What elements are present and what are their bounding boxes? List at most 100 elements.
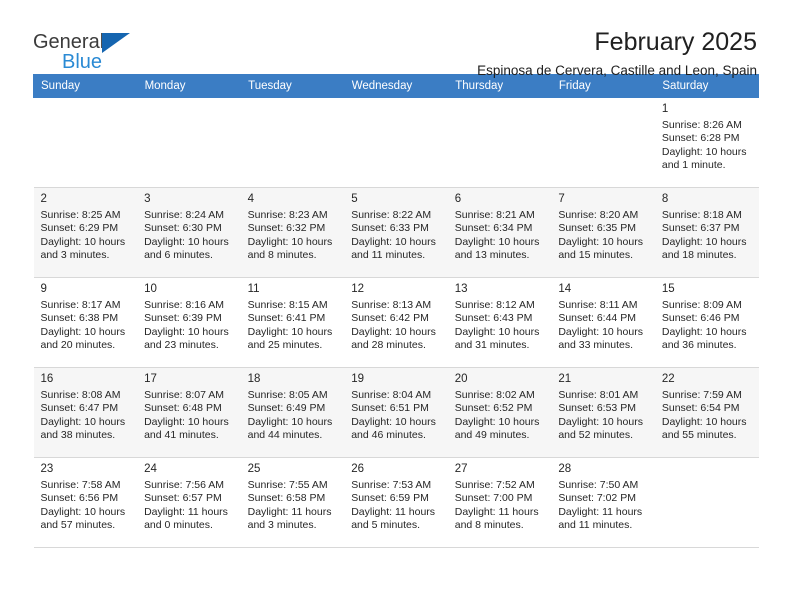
day-number: 23 [40,463,54,475]
day-cell[interactable] [240,97,345,188]
day-number: 17 [144,373,157,385]
day-cell[interactable]: 8 Sunrise: 8:18 AM Sunset: 6:37 PM Daylight… [654,187,759,278]
day-cell[interactable] [551,97,655,188]
day-cell[interactable]: 27 Sunrise: 7:52 AM Sunset: 7:00 PM Dayligh… [447,457,552,548]
day-cell[interactable]: 18 Sunrise: 8:05 AM Sunset: 6:49 PM Dayligh… [240,367,345,458]
day-cell[interactable]: 14 Sunrise: 8:11 AM Sunset: 6:44 PM Dayligh… [551,277,655,368]
sunset-text: Sunset: 6:49 PM [247,402,326,415]
day-cell[interactable]: 23 Sunrise: 7:58 AM Sunset: 6:56 PM Dayligh… [33,457,138,548]
brand-blue-text: Blue [62,51,103,73]
day-cell[interactable]: 12 Sunrise: 8:13 AM Sunset: 6:42 PM Dayligh… [344,277,448,368]
day-cell[interactable]: 2 Sunrise: 8:25 AM Sunset: 6:29 PM Daylight… [33,187,138,278]
sunrise-text: Sunrise: 8:01 AM [558,389,639,401]
day-cell[interactable]: 25 Sunrise: 7:55 AM Sunset: 6:58 PM Dayligh… [240,457,345,548]
day-cell[interactable]: 26 Sunrise: 7:53 AM Sunset: 6:59 PM Dayligh… [344,457,448,548]
day-number: 12 [351,283,364,295]
title-block: February 2025 Espinosa de Cervera, Casti… [477,27,759,81]
daylight-text-line2: and 28 minutes. [351,339,426,352]
day-number: 5 [351,193,358,205]
day-cell[interactable]: 16 Sunrise: 8:08 AM Sunset: 6:47 PM Dayligh… [33,367,138,458]
daylight-text-line2: and 8 minutes. [454,519,524,532]
daylight-text-line2: and 3 minutes. [40,249,110,262]
day-number: 24 [144,463,157,475]
daylight-text-line2: and 15 minutes. [558,249,634,262]
sunset-text: Sunset: 6:41 PM [247,312,326,325]
day-info: Sunrise: 8:26 AM Sunset: 6:28 PM Daylight:… [662,119,752,173]
day-cell[interactable]: 21 Sunrise: 8:01 AM Sunset: 6:53 PM Dayligh… [551,367,655,458]
day-number: 25 [247,463,261,475]
sunset-text: Sunset: 6:29 PM [40,222,119,235]
day-cell[interactable] [344,97,448,188]
daylight-text-line1: Daylight: 10 hours [247,415,333,428]
sunset-text: Sunset: 6:43 PM [454,312,533,325]
sunset-text: Sunset: 6:46 PM [661,312,740,325]
day-number: 3 [144,193,151,205]
daylight-text-line2: and 52 minutes. [558,429,634,442]
daylight-text-line1: Daylight: 10 hours [661,415,747,428]
daylight-text-line1: Daylight: 10 hours [351,235,436,248]
daylight-text-line1: Daylight: 10 hours [247,235,333,248]
week-row: 23 Sunrise: 7:58 AM Sunset: 6:56 PM Dayligh… [33,457,759,548]
day-cell[interactable]: 15 Sunrise: 8:09 AM Sunset: 6:46 PM Dayligh… [654,277,759,368]
day-cell[interactable]: 20 Sunrise: 8:02 AM Sunset: 6:52 PM Dayligh… [447,367,552,458]
sunset-text: Sunset: 6:51 PM [351,402,429,415]
day-number: 21 [558,373,572,385]
day-cell[interactable]: 4 Sunrise: 8:23 AM Sunset: 6:32 PM Daylight… [240,187,345,278]
daylight-text-line2: and 11 minutes. [558,519,633,532]
daylight-text-line1: Daylight: 10 hours [144,235,229,248]
daylight-text-line1: Daylight: 10 hours [661,325,747,338]
day-cell[interactable]: 10 Sunrise: 8:16 AM Sunset: 6:39 PM Dayligh… [137,277,241,368]
day-cell[interactable]: 9 Sunrise: 8:17 AM Sunset: 6:38 PM Daylight… [33,277,138,368]
day-cell[interactable]: 19 Sunrise: 8:04 AM Sunset: 6:51 PM Dayligh… [344,367,448,458]
daylight-text-line2: and 8 minutes. [247,249,317,262]
day-cell[interactable] [654,457,759,548]
sunset-text: Sunset: 6:57 PM [144,492,222,505]
day-info: Sunrise: 8:13 AM Sunset: 6:42 PM Daylight:… [351,299,441,353]
day-cell[interactable]: 28 Sunrise: 7:50 AM Sunset: 7:02 PM Dayligh… [551,457,655,548]
day-number: 22 [661,373,675,385]
day-cell[interactable]: 22 Sunrise: 7:59 AM Sunset: 6:54 PM Dayligh… [654,367,759,458]
sunrise-text: Sunrise: 7:50 AM [558,479,639,491]
day-info: Sunrise: 8:21 AM Sunset: 6:34 PM Daylight:… [455,209,545,263]
daylight-text-line1: Daylight: 10 hours [558,325,643,338]
daylight-text-line2: and 6 minutes. [144,249,213,262]
day-cell[interactable]: 24 Sunrise: 7:56 AM Sunset: 6:57 PM Dayligh… [137,457,241,548]
day-info: Sunrise: 8:20 AM Sunset: 6:35 PM Daylight:… [558,209,648,263]
day-cell[interactable]: 11 Sunrise: 8:15 AM Sunset: 6:41 PM Dayligh… [240,277,345,368]
day-info: Sunrise: 8:12 AM Sunset: 6:43 PM Daylight:… [455,299,545,353]
day-cell[interactable]: 6 Sunrise: 8:21 AM Sunset: 6:34 PM Daylight… [447,187,552,278]
day-info: Sunrise: 8:22 AM Sunset: 6:33 PM Daylight:… [351,209,441,263]
sunset-text: Sunset: 6:59 PM [351,492,429,505]
daylight-text-line2: and 44 minutes. [247,429,323,442]
day-cell[interactable]: 7 Sunrise: 8:20 AM Sunset: 6:35 PM Daylight… [551,187,655,278]
sunset-text: Sunset: 6:42 PM [351,312,429,325]
day-info: Sunrise: 8:08 AM Sunset: 6:47 PM Daylight:… [41,389,131,443]
day-cell[interactable]: 17 Sunrise: 8:07 AM Sunset: 6:48 PM Dayligh… [137,367,241,458]
daylight-text-line2: and 49 minutes. [454,429,530,442]
day-cell[interactable] [33,97,138,188]
sunrise-text: Sunrise: 8:23 AM [247,209,328,221]
day-cell[interactable]: 13 Sunrise: 8:12 AM Sunset: 6:43 PM Dayligh… [447,277,552,368]
daylight-text-line1: Daylight: 10 hours [144,325,229,338]
sunrise-text: Sunrise: 8:17 AM [40,299,121,311]
weekday-header-sunday: Sunday [33,74,138,98]
day-cell[interactable] [447,97,552,188]
sunrise-text: Sunrise: 8:21 AM [454,209,535,221]
sunset-text: Sunset: 6:56 PM [40,492,119,505]
daylight-text-line2: and 31 minutes. [454,339,530,352]
day-info: Sunrise: 8:07 AM Sunset: 6:48 PM Daylight:… [144,389,234,443]
daylight-text-line1: Daylight: 11 hours [454,505,539,518]
day-cell[interactable]: 3 Sunrise: 8:24 AM Sunset: 6:30 PM Daylight… [137,187,241,278]
day-cell[interactable] [137,97,241,188]
daylight-text-line1: Daylight: 11 hours [558,505,643,518]
day-info: Sunrise: 7:59 AM Sunset: 6:54 PM Daylight:… [662,389,752,443]
day-cell[interactable]: 1 Sunrise: 8:26 AM Sunset: 6:28 PM Daylight… [654,97,759,188]
sunrise-text: Sunrise: 7:58 AM [40,479,121,491]
daylight-text-line1: Daylight: 10 hours [40,415,126,428]
week-row: 1 Sunrise: 8:26 AM Sunset: 6:28 PM Daylight… [33,97,759,188]
sunrise-text: Sunrise: 8:24 AM [144,209,225,221]
day-number: 10 [144,283,157,295]
day-info: Sunrise: 8:04 AM Sunset: 6:51 PM Daylight:… [351,389,441,443]
day-cell[interactable]: 5 Sunrise: 8:22 AM Sunset: 6:33 PM Daylight… [344,187,448,278]
sunset-text: Sunset: 6:38 PM [40,312,119,325]
